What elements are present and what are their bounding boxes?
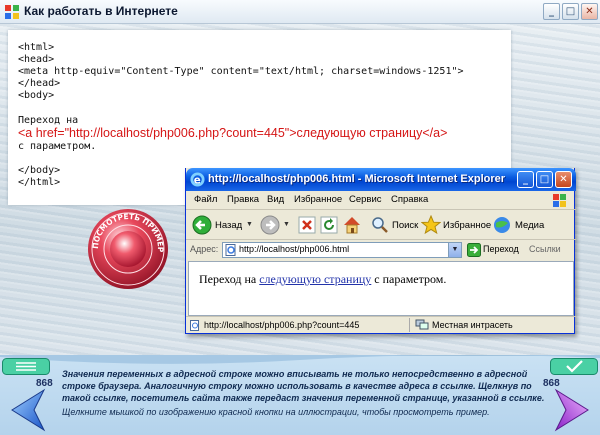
code-line: <html> — [18, 42, 55, 53]
status-divider — [409, 318, 410, 332]
code-line: <meta http-equiv="Content-Type" content=… — [18, 66, 464, 77]
code-line: </body> — [18, 165, 61, 176]
ie-toolbar: Назад ▼ ▼ Поиск Избранное Медиа — [186, 210, 576, 240]
links-label[interactable]: Ссылки — [529, 244, 561, 254]
menu-edit[interactable]: Правка — [227, 194, 259, 205]
favorites-label[interactable]: Избранное — [443, 220, 491, 231]
next-page-arrow-icon[interactable] — [554, 388, 596, 432]
forward-dropdown-icon[interactable]: ▼ — [283, 221, 290, 228]
address-value[interactable]: http://localhost/php006.html — [239, 244, 349, 254]
next-page-link[interactable]: следующую страницу — [259, 272, 371, 286]
content-after: с параметром. — [371, 272, 447, 286]
ie-window: e http://localhost/php006.html - Microso… — [185, 168, 576, 334]
hint-text: Щелкните мышкой по изображению красной к… — [62, 407, 490, 417]
ie-status-bar: http://localhost/php006.php?count=445 Ме… — [186, 316, 576, 333]
content-before: Переход на — [199, 272, 260, 286]
view-example-button[interactable]: ПОСМОТРЕТЬ ПРИМЕР — [87, 208, 169, 290]
ie-menu-bar: Файл Правка Вид Избранное Сервис Справка — [186, 191, 576, 210]
code-link-line: <a href="http://localhost/php006.php?cou… — [18, 126, 448, 140]
ie-minimize-button[interactable]: _ — [517, 171, 534, 188]
refresh-icon[interactable] — [320, 216, 338, 234]
svg-text:e: e — [194, 174, 201, 186]
close-button[interactable]: ✕ — [581, 3, 598, 20]
ie-title: http://localhost/php006.html - Microsoft… — [208, 173, 506, 185]
code-line: с параметром. — [18, 141, 97, 152]
maximize-button[interactable]: □ — [562, 3, 579, 20]
code-line: </html> — [18, 177, 61, 188]
address-label: Адрес: — [190, 244, 219, 254]
page-content-text: Переход на следующую страницу с параметр… — [199, 272, 446, 287]
stop-icon[interactable] — [298, 216, 316, 234]
decorative-wave — [0, 355, 600, 364]
window-title: Как работать в Интернете — [24, 4, 178, 18]
go-arrow-icon[interactable] — [467, 243, 481, 257]
previous-page-arrow-icon[interactable] — [4, 388, 46, 432]
back-label[interactable]: Назад — [215, 220, 242, 231]
favorites-star-icon[interactable] — [421, 215, 441, 235]
menu-file[interactable]: Файл — [194, 194, 217, 205]
home-icon[interactable] — [342, 215, 362, 235]
menu-view[interactable]: Вид — [267, 194, 284, 205]
ie-logo-icon: e — [190, 172, 205, 187]
menu-button[interactable] — [2, 358, 50, 375]
go-button[interactable]: Переход — [483, 244, 519, 254]
description-text: Значения переменных в адресной строке мо… — [62, 369, 545, 403]
windows-flag-icon — [553, 194, 566, 207]
menu-favorites[interactable]: Избранное — [294, 194, 342, 205]
menu-help[interactable]: Справка — [391, 194, 428, 205]
status-zone: Местная интрасеть — [432, 320, 513, 330]
status-page-icon — [190, 320, 199, 331]
media-label[interactable]: Медиа — [515, 220, 544, 231]
code-line: </head> — [18, 78, 61, 89]
forward-arrow-icon[interactable] — [260, 215, 280, 235]
minimize-button[interactable]: _ — [543, 3, 560, 20]
ie-maximize-button[interactable]: □ — [536, 171, 553, 188]
ie-address-bar: Адрес: http://localhost/php006.html ▼ Пе… — [186, 240, 576, 260]
search-icon[interactable] — [371, 216, 389, 234]
search-label[interactable]: Поиск — [392, 220, 418, 231]
address-dropdown-icon[interactable]: ▼ — [448, 243, 461, 257]
ie-close-button[interactable]: ✕ — [555, 171, 572, 188]
code-line: <body> — [18, 90, 55, 101]
app-icon — [5, 5, 19, 19]
code-line: <head> — [18, 54, 55, 65]
ie-content-area: Переход на следующую страницу с параметр… — [188, 261, 574, 316]
page-icon — [225, 244, 236, 256]
back-arrow-icon[interactable] — [192, 215, 212, 235]
back-dropdown-icon[interactable]: ▼ — [246, 221, 253, 228]
intranet-icon — [415, 319, 429, 330]
menu-tools[interactable]: Сервис — [349, 194, 382, 205]
media-icon[interactable] — [492, 215, 512, 235]
checkmark-button[interactable] — [550, 358, 598, 375]
status-url: http://localhost/php006.php?count=445 — [204, 320, 360, 330]
